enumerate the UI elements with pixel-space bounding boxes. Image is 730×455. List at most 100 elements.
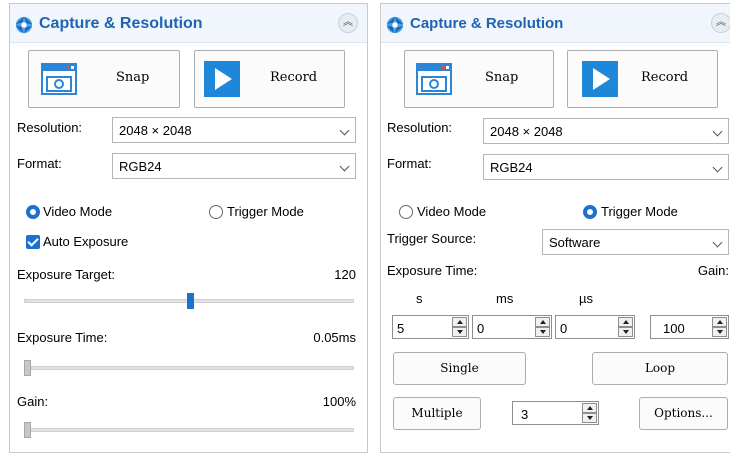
snap-button[interactable]: Snap xyxy=(28,50,180,108)
milliseconds-value: 0 xyxy=(477,321,485,336)
video-mode-label[interactable]: Video Mode xyxy=(43,204,112,219)
multiple-label: Multiple xyxy=(411,406,463,420)
trigger-mode-label[interactable]: Trigger Mode xyxy=(601,204,678,219)
video-mode-radio[interactable] xyxy=(26,205,40,219)
record-label: Record xyxy=(641,70,689,85)
record-button[interactable]: Record xyxy=(194,50,345,108)
spin-down-icon[interactable] xyxy=(582,413,597,423)
aperture-icon xyxy=(386,16,404,34)
camera-icon xyxy=(41,63,77,95)
gain-label: Gain: xyxy=(697,263,729,278)
exposure-time-slider-thumb[interactable] xyxy=(24,360,31,376)
capture-panel-trigger-mode: Capture & Resolution ︽ Snap Record Resol… xyxy=(380,3,730,453)
gain-label: Gain: xyxy=(17,394,49,409)
panel-title: Capture & Resolution xyxy=(39,15,203,32)
seconds-value: 5 xyxy=(397,321,405,336)
multiple-button[interactable]: Multiple xyxy=(393,397,481,430)
spin-buttons xyxy=(582,403,597,423)
unit-milliseconds-label: ms xyxy=(496,291,514,306)
spin-up-icon[interactable] xyxy=(712,317,727,327)
auto-exposure-label[interactable]: Auto Exposure xyxy=(43,234,128,249)
multiple-count-spinbox[interactable]: 3 xyxy=(512,401,599,425)
double-chevron-up-icon[interactable]: ︽ xyxy=(711,13,730,33)
format-select[interactable]: RGB24 xyxy=(112,153,356,179)
panel-header[interactable]: Capture & Resolution ︽ xyxy=(381,4,730,43)
resolution-label: Resolution: xyxy=(387,120,453,135)
format-label: Format: xyxy=(17,156,62,171)
video-mode-label[interactable]: Video Mode xyxy=(417,204,486,219)
microseconds-value: 0 xyxy=(560,321,568,336)
trigger-source-select[interactable]: Software xyxy=(542,229,729,255)
microseconds-spinbox[interactable]: 0 xyxy=(555,315,635,339)
exposure-time-value: 0.05ms xyxy=(313,330,356,345)
snap-button[interactable]: Snap xyxy=(404,50,554,108)
single-label: Single xyxy=(440,361,479,375)
seconds-spinbox[interactable]: 5 xyxy=(392,315,469,339)
trigger-mode-radio[interactable] xyxy=(209,205,223,219)
format-label: Format: xyxy=(387,156,432,171)
milliseconds-spinbox[interactable]: 0 xyxy=(472,315,552,339)
resolution-label: Resolution: xyxy=(17,120,83,135)
resolution-select[interactable]: 2048 × 2048 xyxy=(483,118,729,144)
multiple-count-value: 3 xyxy=(521,407,529,422)
spin-up-icon[interactable] xyxy=(582,403,597,413)
video-mode-radio[interactable] xyxy=(399,205,413,219)
spin-up-icon[interactable] xyxy=(535,317,550,327)
options-label: Options... xyxy=(654,406,713,420)
gain-spinbox[interactable]: 100 xyxy=(650,315,729,339)
loop-label: Loop xyxy=(644,361,676,375)
auto-exposure-checkbox[interactable] xyxy=(26,235,40,249)
chevron-down-icon xyxy=(712,162,723,173)
exposure-time-label: Exposure Time: xyxy=(17,330,108,345)
exposure-time-label: Exposure Time: xyxy=(387,263,478,278)
play-icon xyxy=(582,61,618,97)
record-button[interactable]: Record xyxy=(567,50,718,108)
camera-icon xyxy=(416,63,452,95)
format-value: RGB24 xyxy=(119,159,162,174)
spin-buttons xyxy=(535,317,550,337)
resolution-value: 2048 × 2048 xyxy=(119,123,192,138)
spin-down-icon[interactable] xyxy=(712,327,727,337)
snap-label: Snap xyxy=(116,70,150,85)
spin-up-icon[interactable] xyxy=(452,317,467,327)
capture-panel-video-mode: Capture & Resolution ︽ Snap Record Resol… xyxy=(9,3,368,453)
spin-up-icon[interactable] xyxy=(618,317,633,327)
resolution-value: 2048 × 2048 xyxy=(490,124,563,139)
exposure-target-slider-thumb[interactable] xyxy=(187,293,194,309)
chevron-down-icon xyxy=(712,237,723,248)
spin-down-icon[interactable] xyxy=(618,327,633,337)
play-icon xyxy=(204,61,240,97)
gain-value: 100% xyxy=(322,394,356,409)
spin-buttons xyxy=(452,317,467,337)
snap-label: Snap xyxy=(485,70,519,85)
trigger-mode-radio[interactable] xyxy=(583,205,597,219)
gain-slider-thumb[interactable] xyxy=(24,422,31,438)
spin-buttons xyxy=(712,317,727,337)
exposure-target-label: Exposure Target: xyxy=(17,267,116,282)
aperture-icon xyxy=(15,16,33,34)
trigger-source-value: Software xyxy=(549,235,601,250)
single-button[interactable]: Single xyxy=(393,352,526,385)
record-label: Record xyxy=(270,70,318,85)
chevron-down-icon xyxy=(712,126,723,137)
chevron-down-icon xyxy=(339,161,350,172)
gain-value: 100 xyxy=(663,321,685,336)
trigger-source-label: Trigger Source: xyxy=(387,231,477,246)
exposure-target-value: 120 xyxy=(334,267,356,282)
trigger-mode-label[interactable]: Trigger Mode xyxy=(227,204,304,219)
spin-buttons xyxy=(618,317,633,337)
unit-microseconds-label: µs xyxy=(579,291,593,306)
spin-down-icon[interactable] xyxy=(452,327,467,337)
checkmark-icon xyxy=(27,235,39,247)
exposure-time-slider-track[interactable] xyxy=(24,366,354,370)
chevron-down-icon xyxy=(339,125,350,136)
options-button[interactable]: Options... xyxy=(639,397,728,430)
panel-header[interactable]: Capture & Resolution ︽ xyxy=(10,4,367,43)
format-select[interactable]: RGB24 xyxy=(483,154,729,180)
resolution-select[interactable]: 2048 × 2048 xyxy=(112,117,356,143)
double-chevron-up-icon[interactable]: ︽ xyxy=(338,13,358,33)
unit-seconds-label: s xyxy=(416,291,423,306)
loop-button[interactable]: Loop xyxy=(592,352,728,385)
gain-slider-track[interactable] xyxy=(24,428,354,432)
spin-down-icon[interactable] xyxy=(535,327,550,337)
